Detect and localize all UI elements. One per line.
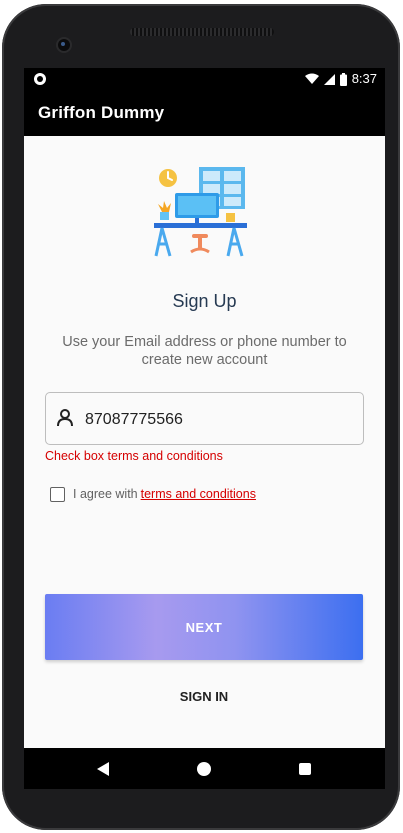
agree-label: I agree with — [73, 487, 138, 501]
cell-signal-icon — [323, 74, 335, 85]
home-icon[interactable] — [197, 762, 211, 776]
signup-content: Sign Up Use your Email address or phone … — [24, 136, 385, 748]
status-bar: 8:37 — [24, 68, 385, 90]
status-time: 8:37 — [351, 71, 377, 86]
battery-icon — [339, 72, 347, 86]
navigation-bar — [24, 748, 385, 789]
workspace-illustration — [154, 167, 247, 257]
app-title: Griffon Dummy — [38, 103, 165, 122]
error-message: Check box terms and conditions — [45, 449, 223, 463]
back-icon[interactable] — [96, 761, 110, 777]
terms-link[interactable]: terms and conditions — [141, 487, 256, 501]
device-screen: 8:37 Griffon Dummy Sign Up Use your Emai… — [24, 68, 385, 789]
status-icons: 8:37 — [304, 71, 377, 87]
person-icon — [57, 409, 73, 427]
app-bar: Griffon Dummy — [24, 90, 385, 136]
front-camera-icon — [58, 39, 70, 51]
recents-icon[interactable] — [299, 763, 311, 775]
wifi-icon — [304, 73, 319, 84]
signup-subtitle: Use your Email address or phone number t… — [62, 334, 347, 368]
phone-email-input[interactable] — [83, 393, 357, 446]
terms-agree-row: I agree with terms and conditions — [50, 486, 256, 502]
phone-frame: 8:37 Griffon Dummy Sign Up Use your Emai… — [2, 4, 400, 830]
notification-dot-icon — [34, 73, 46, 85]
speaker-grille — [130, 28, 274, 36]
sign-in-button[interactable]: SIGN IN — [154, 684, 254, 708]
signup-heading: Sign Up — [172, 291, 237, 311]
next-button[interactable]: NEXT — [45, 594, 363, 660]
terms-checkbox[interactable] — [50, 486, 65, 502]
phone-email-field[interactable] — [45, 392, 364, 446]
